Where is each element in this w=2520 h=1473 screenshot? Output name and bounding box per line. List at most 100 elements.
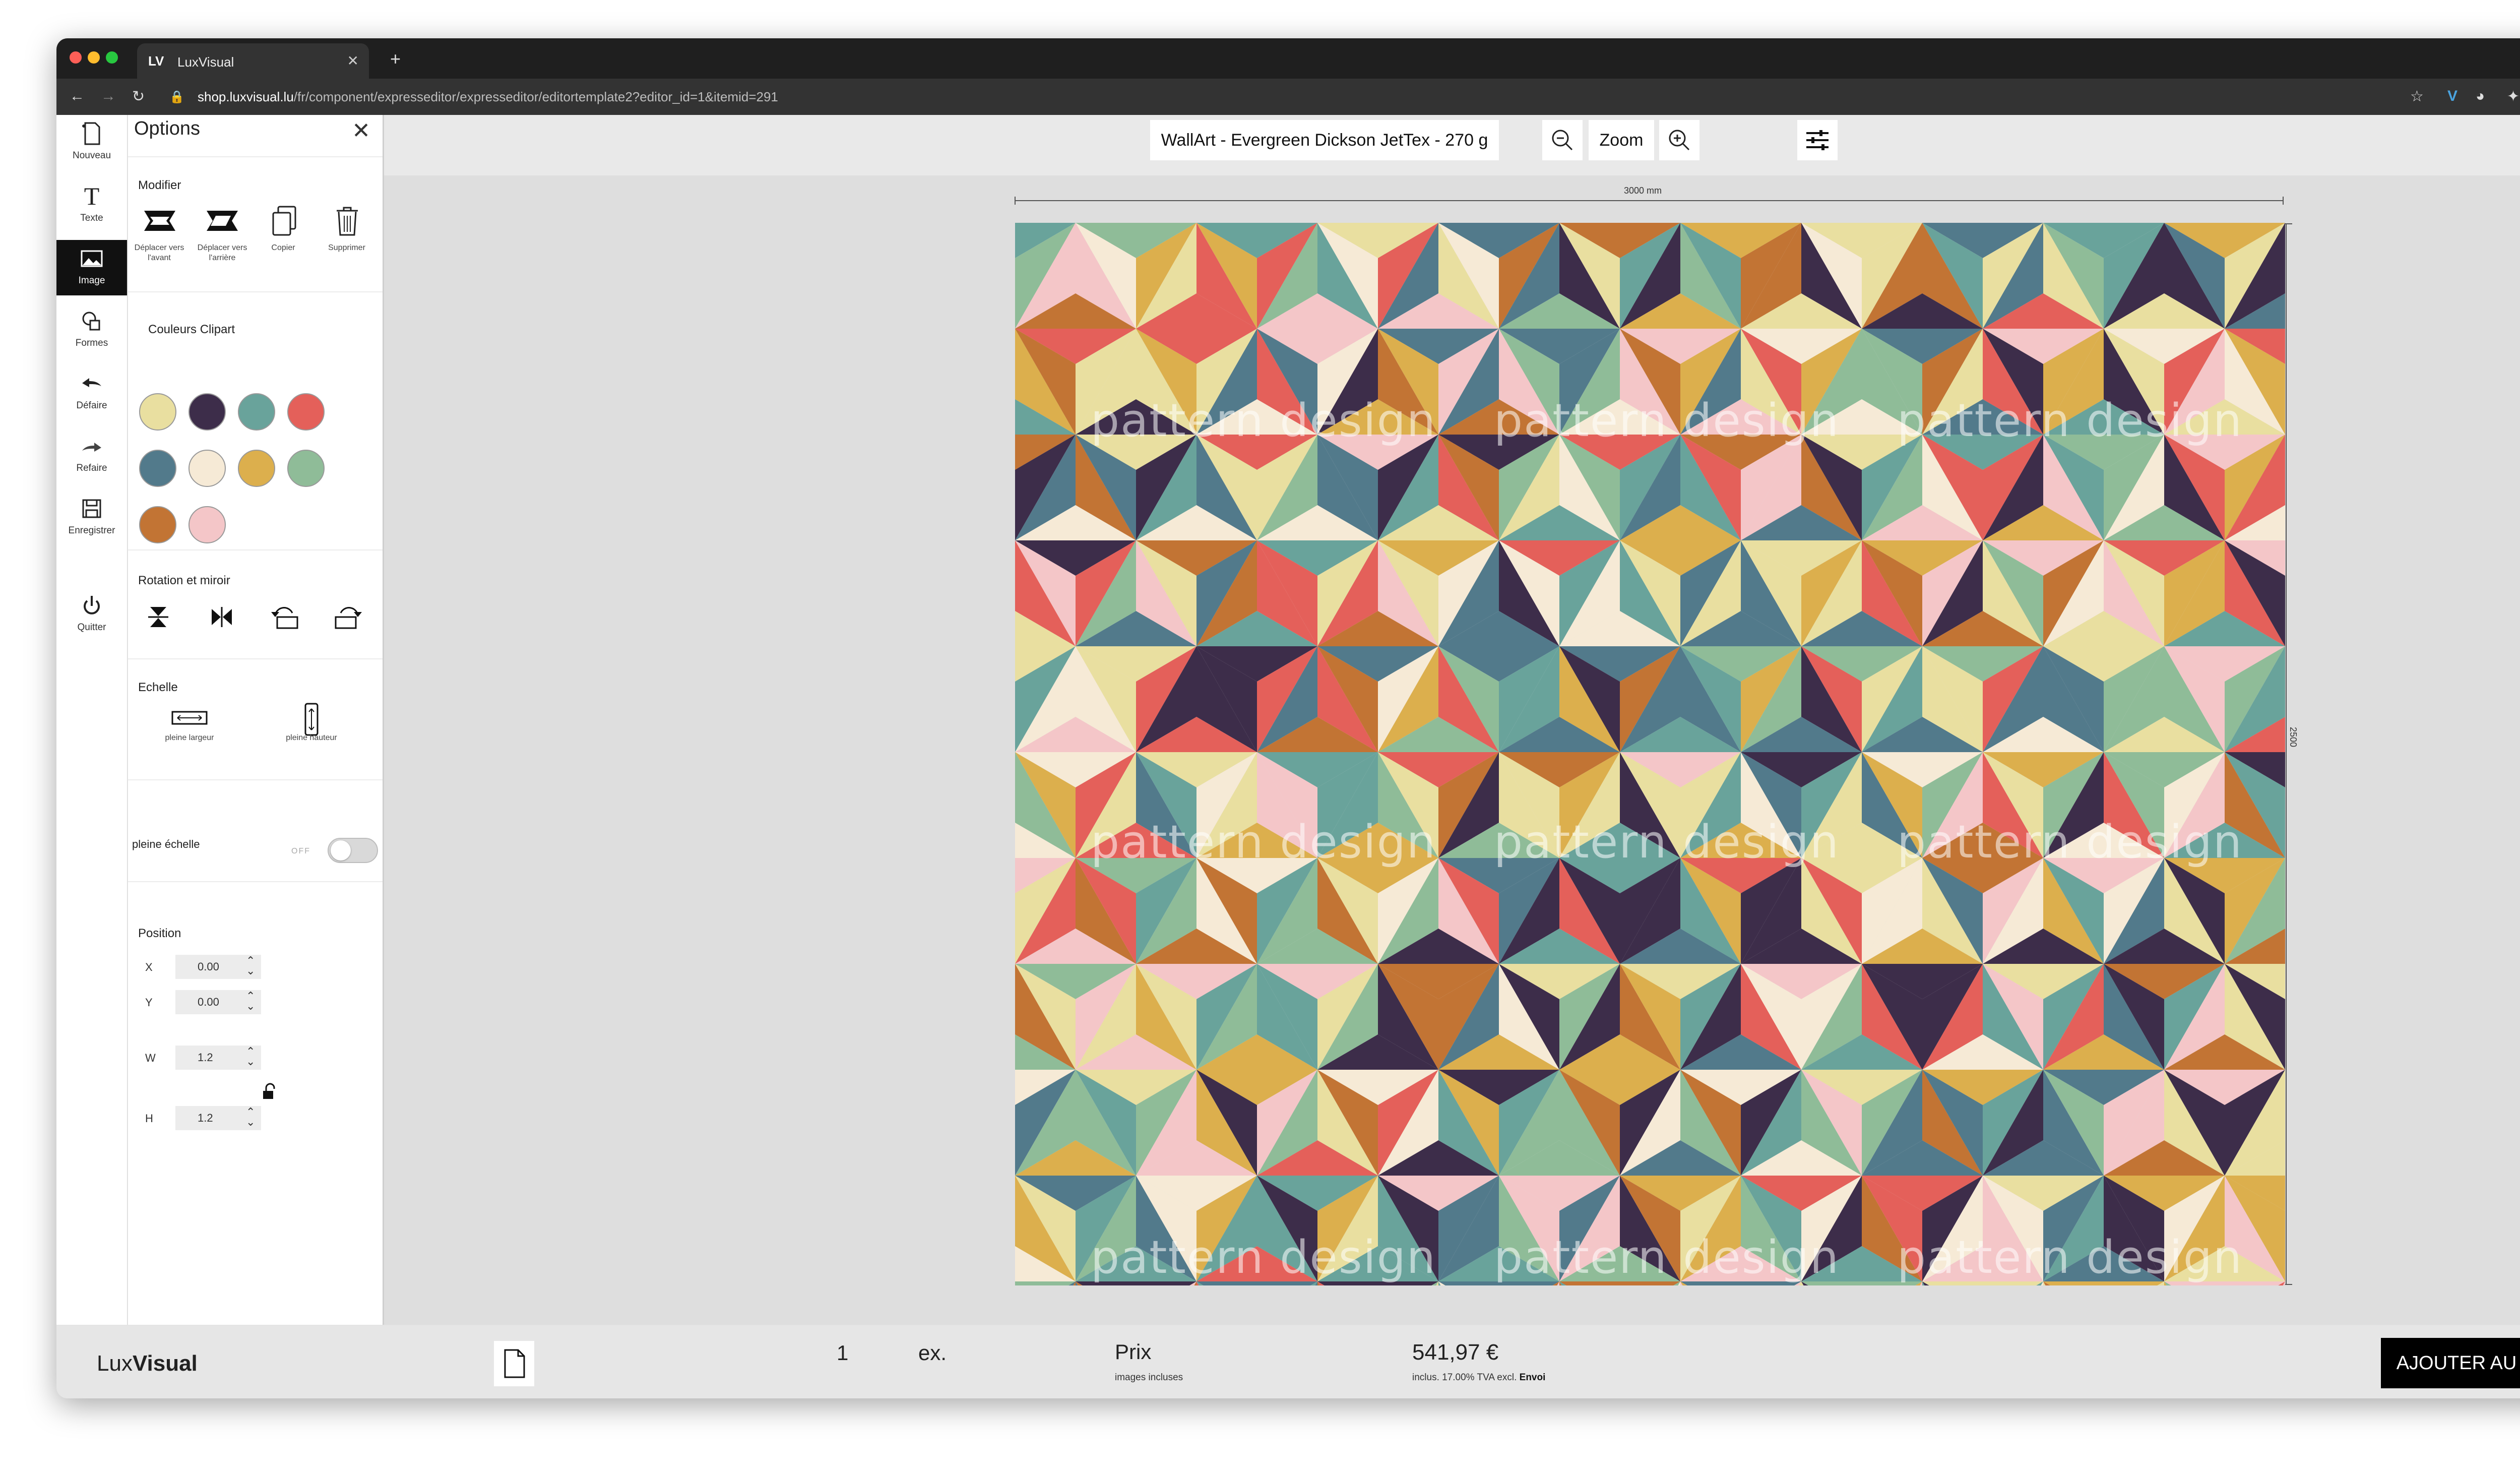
bring-forward-button[interactable] [139,206,180,238]
toggle-off-label: OFF [291,847,310,855]
reload-icon[interactable]: ↻ [132,88,145,105]
color-swatch[interactable] [287,393,325,431]
options-panel: Options ✕ Modifier Déplacer vers l'avant… [128,115,408,1325]
copy-icon [272,206,296,236]
tool-defaire[interactable]: Défaire [56,365,127,420]
tool-enregistrer[interactable]: Enregistrer [56,490,127,545]
full-width-button[interactable] [169,708,210,730]
new-document-icon [82,122,100,145]
zoom-out-icon [1552,130,1573,151]
x-label: X [145,961,153,973]
color-swatch[interactable] [287,450,325,487]
flip-horizontal-button[interactable] [206,601,238,636]
copy-button[interactable] [267,204,302,241]
document-title[interactable]: WallArt - Evergreen Dickson JetTex - 270… [1150,120,1499,160]
w-stepper-icon[interactable]: ⌃ ⌄ [246,1046,255,1067]
editor-app: Nouveau T Texte Image Formes Défaire Ref… [56,115,2520,1398]
add-to-cart-button[interactable]: AJOUTER AU PANIER [2381,1338,2520,1388]
price-note: inclus. 17.00% TVA excl. Envoi [1412,1372,1545,1383]
watermark-text: pattern design [1897,1231,2243,1284]
close-tab-icon[interactable]: ✕ [347,52,359,69]
forward-arrow-icon[interactable]: → [101,88,116,105]
zoom-label[interactable]: Zoom [1589,120,1654,160]
pattern-facet [1015,1281,1076,1285]
url-field[interactable]: shop.luxvisual.lu/fr/component/expressed… [198,89,778,105]
full-scale-toggle[interactable] [328,838,378,863]
toggle-knob [331,840,351,861]
tool-refaire[interactable]: Refaire [56,427,127,483]
tab-title: LuxVisual [177,54,234,70]
extensions-puzzle-icon[interactable]: ✦ [2507,88,2519,105]
divider [128,658,383,659]
settings-button[interactable] [1797,120,1838,160]
delete-button[interactable] [330,204,365,241]
divider [128,549,383,550]
aspect-lock-button[interactable] [260,1081,282,1106]
workspace: WallArt - Evergreen Dickson JetTex - 270… [384,115,2520,1325]
color-swatch[interactable] [188,450,226,487]
zoom-out-button[interactable] [1542,120,1583,160]
rotate-right-button[interactable] [328,599,366,637]
unlock-icon [263,1083,275,1099]
zoom-in-icon [1669,130,1690,151]
x-stepper-icon[interactable]: ⌃ ⌄ [246,955,255,976]
geometric-pattern-image[interactable] [1015,223,2285,1285]
tool-label: Quitter [77,622,106,633]
sliders-icon [1806,130,1829,150]
scale-label: Echelle [138,681,178,694]
new-tab-icon[interactable]: + [390,48,401,70]
watermark-text: pattern design [1091,1231,1436,1284]
full-scale-label: pleine échelle [132,838,200,850]
tool-label: Image [78,275,105,286]
browser-tab[interactable]: LV LuxVisual ✕ [137,43,369,79]
color-swatch[interactable] [188,393,226,431]
tool-nouveau[interactable]: Nouveau [56,115,127,170]
y-label: Y [145,996,153,1009]
close-window-button[interactable] [70,51,82,64]
tool-quitter[interactable]: Quitter [56,587,127,642]
color-swatch[interactable] [139,506,176,543]
clipart-colors-label: Couleurs Clipart [148,323,235,336]
color-swatch[interactable] [188,506,226,543]
file-button[interactable] [494,1341,534,1386]
watermark-text: pattern design [1494,1231,1840,1284]
shapes-icon [82,312,100,331]
bookmark-star-icon[interactable]: ☆ [2410,88,2424,105]
rotation-label: Rotation et miroir [138,574,230,587]
maximize-window-button[interactable] [106,51,118,64]
zoom-in-button[interactable] [1659,120,1699,160]
price-note-bold: Envoi [1519,1372,1546,1383]
flip-horizontal-icon [212,607,232,627]
svg-text:T: T [84,182,100,210]
close-panel-icon[interactable]: ✕ [352,118,370,144]
bring-forward-label: Déplacer vers l'avant [134,243,184,262]
color-swatch[interactable] [238,393,275,431]
tool-texte[interactable]: T Texte [56,177,127,233]
y-stepper-icon[interactable]: ⌃ ⌄ [246,991,255,1012]
rotate-left-button[interactable] [267,599,305,637]
flip-vertical-button[interactable] [142,601,174,636]
color-swatch[interactable] [139,450,176,487]
lock-icon[interactable]: 🔒 [169,90,184,104]
watermark-text: pattern design [1897,816,2243,869]
design-canvas[interactable]: pattern design pattern design pattern desi… [1015,223,2285,1285]
color-extension-icon[interactable]: ◕ [2476,88,2485,105]
copy-label: Copier [271,243,295,252]
color-swatch[interactable] [238,450,275,487]
tool-formes[interactable]: Formes [56,302,127,358]
minimize-window-button[interactable] [88,51,100,64]
quantity-value[interactable]: 1 [837,1341,848,1365]
tool-label: Enregistrer [68,525,115,536]
back-arrow-icon[interactable]: ← [70,88,85,105]
divider [128,881,383,882]
divider [128,291,383,292]
width-dimension-label: 3000 mm [1624,186,1662,196]
image-icon [81,250,103,267]
tool-image[interactable]: Image [56,240,127,295]
send-backward-button[interactable] [202,206,243,238]
color-swatch[interactable] [139,393,176,431]
h-stepper-icon[interactable]: ⌃ ⌄ [246,1107,255,1128]
vimeo-extension-icon[interactable]: V [2447,88,2458,105]
brand-logo: LuxVisual [97,1351,198,1376]
trash-icon [337,207,358,236]
